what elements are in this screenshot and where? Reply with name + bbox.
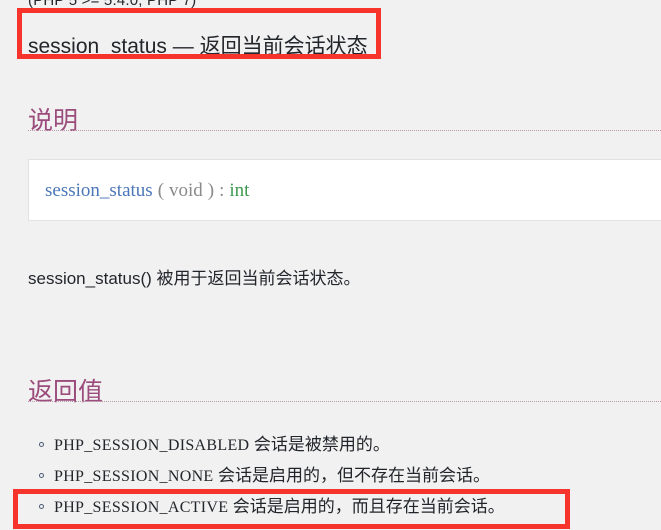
php-version-note: (PHP 5 >= 5.4.0, PHP 7) xyxy=(28,0,197,9)
constant-name: PHP_SESSION_ACTIVE xyxy=(54,499,229,516)
constant-name: PHP_SESSION_NONE xyxy=(54,468,214,485)
bullet-icon xyxy=(39,504,44,509)
method-synopsis-block: session_status(void): int xyxy=(28,159,661,221)
synopsis-open-paren: ( xyxy=(157,180,165,201)
synopsis-params: void xyxy=(169,180,203,201)
constant-description: 会话是启用的，但不存在当前会话。 xyxy=(217,466,490,485)
synopsis-return-type: int xyxy=(229,180,250,201)
constant-name: PHP_SESSION_DISABLED xyxy=(54,437,250,454)
section-heading-description: 说明 xyxy=(28,106,79,135)
method-synopsis-line: session_status(void): int xyxy=(45,179,249,203)
bullet-icon xyxy=(39,473,44,478)
section-divider-return-values xyxy=(28,401,661,402)
synopsis-function-name: session_status xyxy=(45,180,153,201)
constant-description: 会话是启用的，而且存在当前会话。 xyxy=(232,497,505,516)
page-title: session_status — 返回当前会话状态 xyxy=(28,35,368,59)
return-values-list: PHP_SESSION_DISABLED 会话是被禁用的。 PHP_SESSIO… xyxy=(28,430,661,523)
documentation-page: (PHP 5 >= 5.4.0, PHP 7) session_status —… xyxy=(0,0,661,530)
constant-description: 会话是被禁用的。 xyxy=(253,435,390,454)
section-heading-return-values: 返回值 xyxy=(28,377,104,406)
list-item: PHP_SESSION_DISABLED 会话是被禁用的。 xyxy=(28,430,661,461)
synopsis-close-paren: ) xyxy=(207,180,215,201)
synopsis-colon: : xyxy=(219,180,225,201)
section-divider-description xyxy=(28,130,661,131)
list-item: PHP_SESSION_NONE 会话是启用的，但不存在当前会话。 xyxy=(28,461,661,492)
list-item: PHP_SESSION_ACTIVE 会话是启用的，而且存在当前会话。 xyxy=(28,492,661,523)
bullet-icon xyxy=(39,442,44,447)
description-paragraph: session_status() 被用于返回当前会话状态。 xyxy=(28,269,361,288)
